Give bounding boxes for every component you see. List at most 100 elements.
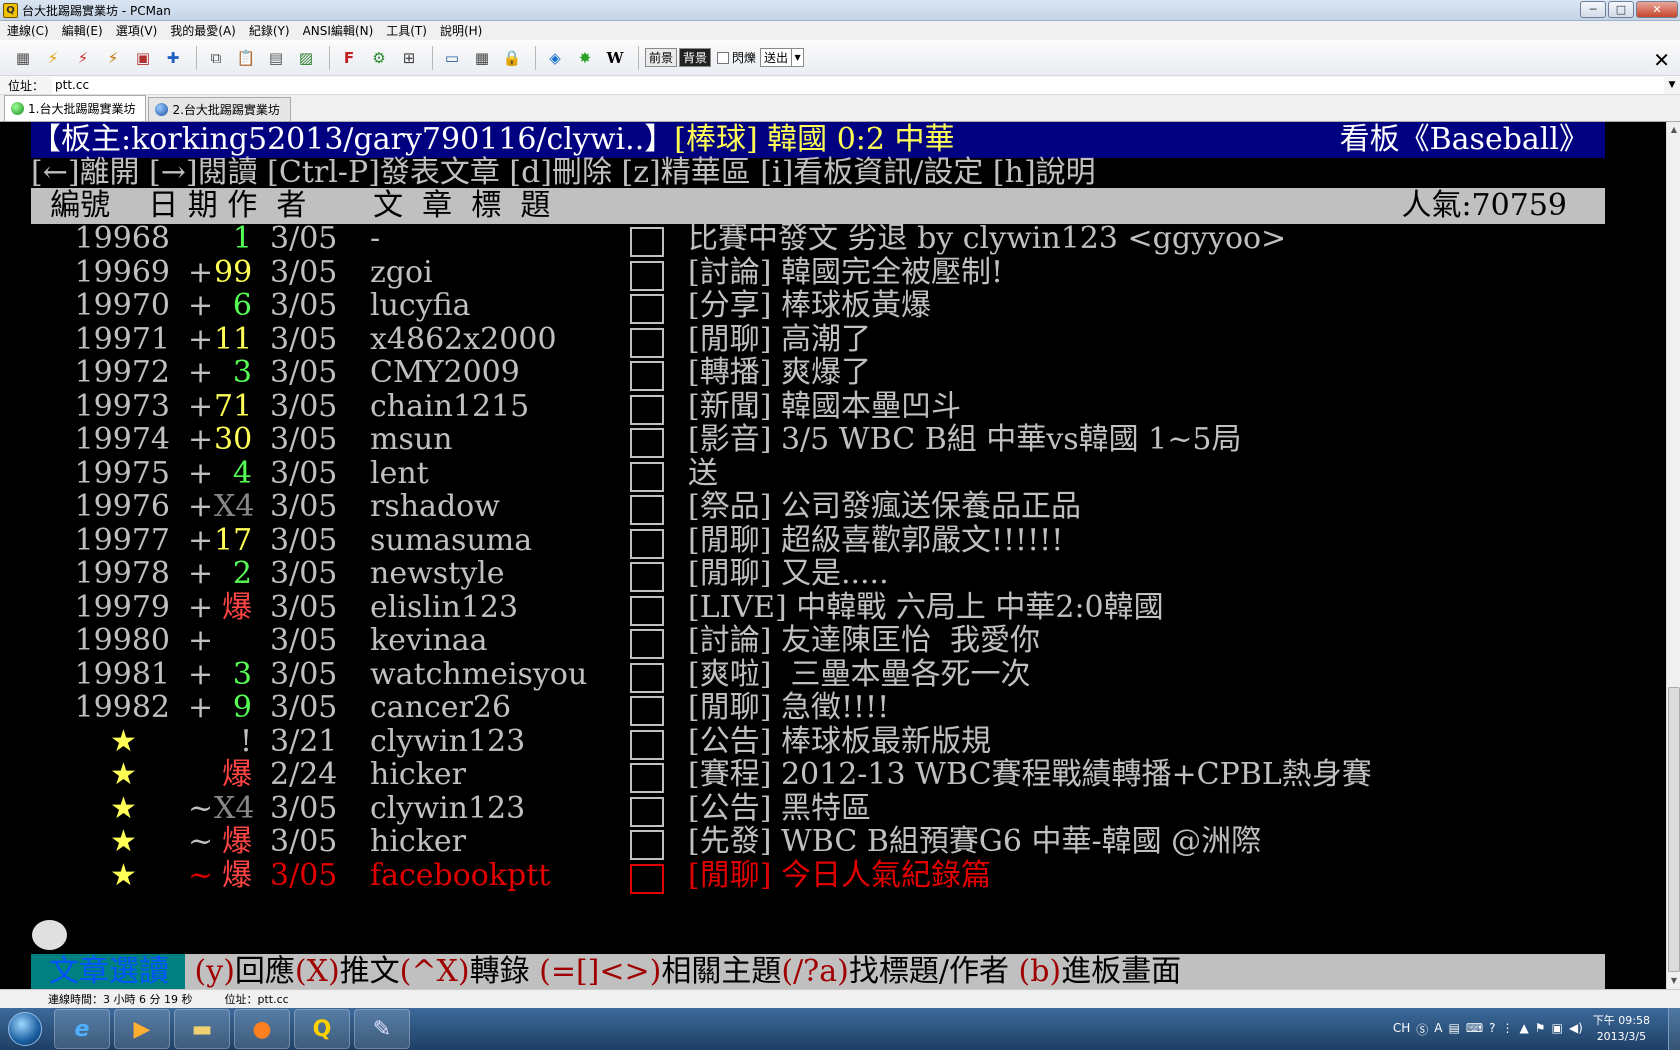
- close-connection-icon[interactable]: ▣: [130, 45, 156, 71]
- article-row[interactable]: 19976 + X4 3/05 rshadow [祭品] 公司發瘋送保養品正品: [0, 489, 1666, 525]
- menu-edit[interactable]: 編輯(E): [55, 22, 109, 39]
- terminal-scrollbar[interactable]: ▲ ▼: [1666, 122, 1680, 989]
- clock[interactable]: 下午 09:58 2013/3/5: [1593, 1013, 1650, 1045]
- menu-tools[interactable]: 工具(T): [379, 22, 433, 39]
- connect-icon[interactable]: ⚡: [40, 45, 66, 71]
- scroll-down-icon[interactable]: ▼: [1667, 973, 1680, 989]
- scroll-up-icon[interactable]: ▲: [1667, 122, 1680, 138]
- article-row[interactable]: 19973 +71 3/05 chain1215 [新聞] 韓國本壘凹斗: [0, 389, 1666, 425]
- minimize-button[interactable]: ─: [1580, 1, 1606, 18]
- tray-expand-icon[interactable]: ▲: [1520, 1021, 1529, 1038]
- pcman-taskbar-icon[interactable]: Q: [294, 1009, 350, 1049]
- site-list-icon[interactable]: ▦: [10, 45, 36, 71]
- background-color-button[interactable]: 背景: [679, 48, 712, 67]
- recommend-count: 爆: [222, 857, 252, 893]
- close-button[interactable]: ✕: [1636, 1, 1678, 18]
- options-icon[interactable]: ⋮: [1502, 1021, 1514, 1038]
- article-row[interactable]: 19971 +11 3/05 x4862x2000 [閒聊] 高潮了: [0, 322, 1666, 358]
- paste-icon[interactable]: 📋: [233, 45, 259, 71]
- article-author: x4862x2000: [370, 321, 557, 357]
- article-author: facebookptt: [370, 857, 551, 893]
- article-row[interactable]: 19978 +2 3/05 newstyle [閒聊] 又是.....: [0, 556, 1666, 592]
- pinned-article-row[interactable]: ★ ~ 爆 3/05 facebookptt [閒聊] 今日人氣紀錄篇: [0, 858, 1666, 894]
- article-row[interactable]: 19968 1 3/05- 比賽中發文 劣退 by clywin123 <ggyyo…: [0, 221, 1666, 257]
- keyboard-icon[interactable]: ⌨: [1466, 1021, 1483, 1038]
- settings-gear-icon[interactable]: ⚙: [366, 45, 392, 71]
- search-icon[interactable]: ◈: [542, 45, 568, 71]
- article-row[interactable]: 19972 +3 3/05 CMY2009 [轉播] 爽爆了: [0, 355, 1666, 391]
- network-icon[interactable]: ▣: [1552, 1021, 1563, 1038]
- article-row[interactable]: 19982 +9 3/05 cancer26 [閒聊] 急徵!!!!: [0, 690, 1666, 726]
- article-row[interactable]: 19979 + 爆 3/05 elislin123 [LIVE] 中韓戰 六局上 中華2:…: [0, 590, 1666, 626]
- article-row[interactable]: 19981 +3 3/05 watchmeisyou [爽啦] 三壘本壘各死一次: [0, 657, 1666, 693]
- screen-icon[interactable]: ▭: [439, 45, 465, 71]
- menu-favorites[interactable]: 我的最愛(A): [163, 22, 242, 39]
- foreground-color-button[interactable]: 前景: [645, 48, 678, 67]
- toolbar-separator: [432, 45, 433, 70]
- article-checkbox: [630, 629, 664, 659]
- pcman-app-icon[interactable]: Q: [3, 2, 18, 18]
- maximize-button[interactable]: □: [1608, 1, 1634, 18]
- ime-icon[interactable]: Ⓢ: [1416, 1021, 1428, 1038]
- scrollbar-thumb[interactable]: [1668, 687, 1680, 972]
- article-row[interactable]: 19977 +17 3/05 sumasuma [閒聊] 超級喜歡郭嚴文!!!!!!: [0, 523, 1666, 559]
- file-explorer-icon[interactable]: ▬: [174, 1009, 230, 1049]
- tab-connection-1[interactable]: 1.台大批踢踢實業坊: [4, 95, 147, 121]
- fullscreen-icon[interactable]: ⊞: [396, 45, 422, 71]
- disconnect-icon[interactable]: ⚡: [70, 45, 96, 71]
- article-author: watchmeisyou: [370, 656, 588, 692]
- send-select[interactable]: 送出 ▼: [760, 48, 805, 67]
- article-row[interactable]: 19969 +99 3/05 zgoi [討論] 韓國完全被壓制!: [0, 255, 1666, 291]
- address-dropdown-icon[interactable]: ▼: [1664, 80, 1680, 90]
- menu-log[interactable]: 紀錄(Y): [242, 22, 296, 39]
- start-button[interactable]: [0, 1009, 50, 1049]
- volume-icon[interactable]: ◀): [1569, 1021, 1583, 1038]
- font-size-icon[interactable]: A: [1434, 1021, 1442, 1038]
- article-date: 3/05: [270, 556, 338, 591]
- pinned-article-row[interactable]: ★ ~ 爆 3/05 hicker [先發] WBC B組預賽G6 中華-韓國 @洲際: [0, 824, 1666, 860]
- pinned-article-row[interactable]: ★ ~ X4 3/05 clywin123 [公告] 黑特區: [0, 791, 1666, 827]
- download-article-icon[interactable]: ▨: [293, 45, 319, 71]
- plugin-icon[interactable]: ✸: [572, 45, 598, 71]
- reconnect-icon[interactable]: ⚡: [100, 45, 126, 71]
- article-row[interactable]: 19975 +4 3/05 lent 送: [0, 456, 1666, 492]
- article-date: 3/05: [270, 522, 338, 558]
- article-row[interactable]: 19974 +30 3/05 msun [影音] 3/5 WBC B組 中華vs韓國 1…: [0, 422, 1666, 458]
- pinned-article-row[interactable]: ★! 3/21 clywin123 [公告] 棒球板最新版規: [0, 724, 1666, 760]
- emoticon-icon[interactable]: ▦: [469, 45, 495, 71]
- article-number: 19976: [74, 489, 170, 524]
- menu-help[interactable]: 說明(H): [433, 22, 488, 39]
- address-input[interactable]: [52, 76, 1664, 94]
- paint-icon[interactable]: ✎: [354, 1009, 410, 1049]
- copy-icon[interactable]: ⧉: [203, 45, 229, 71]
- wikipedia-icon[interactable]: W: [602, 45, 628, 71]
- article-row[interactable]: 19970 +6 3/05 lucyfia [分享] 棒球板黃爆: [0, 288, 1666, 324]
- article-checkbox: [630, 461, 664, 492]
- column-header: 編號 日 期 作 者 文 章 標 題 人氣:70759: [31, 188, 1605, 224]
- menu-options[interactable]: 選項(V): [109, 22, 164, 39]
- terminal-screen[interactable]: 【板主:korking52013/gary790116/clywi..】[棒球]…: [0, 122, 1666, 989]
- show-desktop-button[interactable]: [1668, 1008, 1680, 1050]
- add-favorite-icon[interactable]: ✚: [160, 45, 186, 71]
- paste-color-icon[interactable]: ▤: [263, 45, 289, 71]
- input-language-indicator[interactable]: CH: [1393, 1021, 1410, 1038]
- tab-connection-2[interactable]: 2.台大批踢踢實業坊: [148, 97, 291, 121]
- help-icon[interactable]: ?: [1489, 1021, 1495, 1038]
- menu-connection[interactable]: 連線(C): [0, 22, 55, 39]
- lock-icon[interactable]: 🔒: [499, 45, 525, 71]
- toolbar-close-icon[interactable]: ✕: [1653, 48, 1670, 72]
- article-row[interactable]: 19980 +3/05 kevinaa [討論] 友達陳匡怡 我愛你: [0, 623, 1666, 659]
- article-date: 3/05: [270, 422, 338, 457]
- menu-ansi-edit[interactable]: ANSI編輯(N): [296, 22, 380, 39]
- ime-mode-icon[interactable]: ▤: [1448, 1021, 1459, 1038]
- article-title: [轉播] 爽爆了: [688, 355, 871, 390]
- action-center-icon[interactable]: ⚑: [1535, 1021, 1546, 1038]
- media-player-icon[interactable]: ▶: [114, 1009, 170, 1049]
- font-icon[interactable]: F: [336, 45, 362, 71]
- connection-time: 連線時間：3 小時 6 分 19 秒: [48, 993, 193, 1006]
- recommend-count: 爆: [222, 824, 252, 859]
- internet-explorer-icon[interactable]: e: [54, 1009, 110, 1049]
- blink-checkbox[interactable]: [717, 51, 730, 64]
- pinned-article-row[interactable]: ★ 爆 2/24 hicker [賽程] 2012-13 WBC賽程戰績轉播+CPBL熱…: [0, 757, 1666, 793]
- firefox-icon[interactable]: ●: [234, 1009, 290, 1049]
